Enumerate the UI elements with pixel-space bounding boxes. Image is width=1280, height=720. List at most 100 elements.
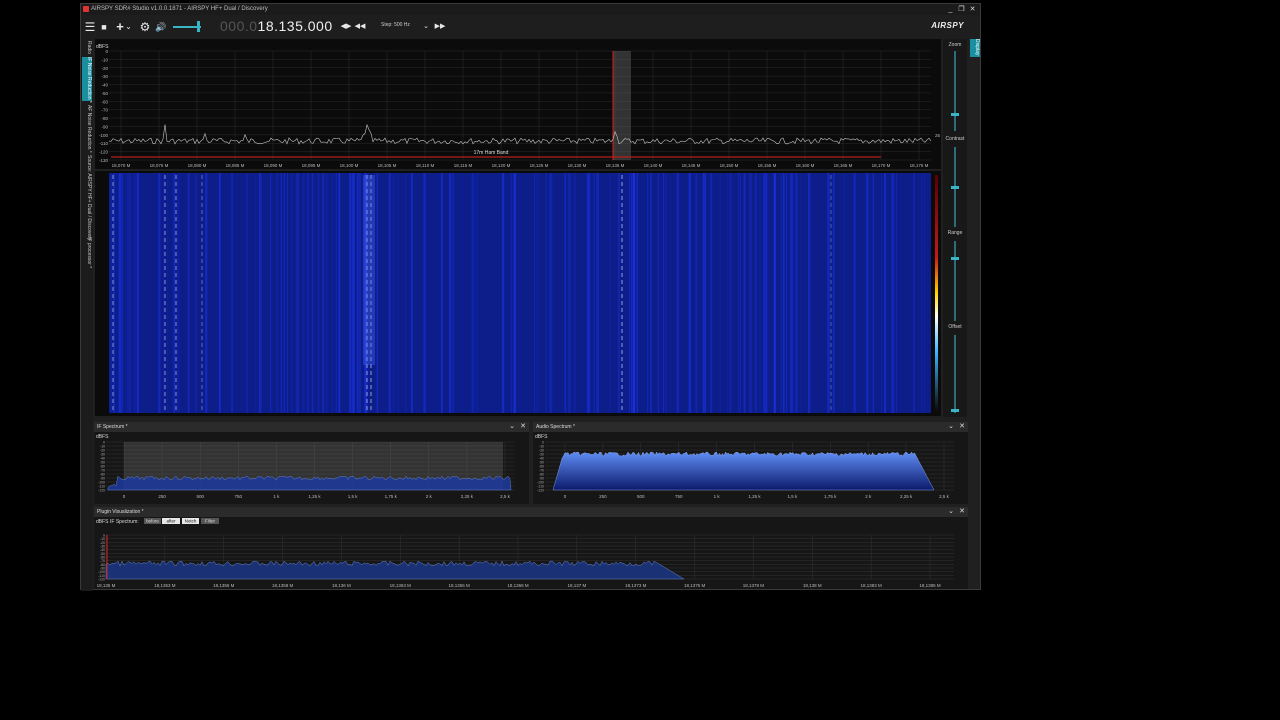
zoom-slider-track[interactable] xyxy=(954,51,956,131)
waterfall-streak xyxy=(472,173,474,413)
waterfall-streak xyxy=(688,173,690,413)
app-logo-icon xyxy=(83,6,89,12)
waterfall-streak xyxy=(423,173,426,413)
waterfall-streak xyxy=(593,173,595,413)
waterfall-streak xyxy=(440,173,443,413)
waterfall-streak xyxy=(631,173,633,413)
spectrum-x-tick: 18,120 M xyxy=(492,163,511,168)
ifSpec-y-tick: -120 xyxy=(98,489,105,493)
waterfall-display[interactable] xyxy=(95,171,941,416)
volume-icon[interactable]: 🔊 xyxy=(154,15,168,39)
waterfall-streak xyxy=(609,173,611,413)
waterfall-streak xyxy=(695,173,698,413)
tune-prev-next-icon[interactable]: ◀▶ xyxy=(339,15,353,39)
left-sidebar-tabs: Radio IF Noise Reduction * AF Noise Redu… xyxy=(81,39,93,591)
pvSpec-x-tick: 18,1383 M xyxy=(861,583,883,588)
waterfall-streak xyxy=(537,173,539,413)
settings-icon[interactable]: ⚙ xyxy=(138,15,152,39)
waterfall-streak xyxy=(471,173,473,413)
waterfall-streak xyxy=(158,173,161,413)
waterfall-streak xyxy=(738,173,740,413)
maximize-icon[interactable]: ❐ xyxy=(956,4,967,15)
offset-slider-knob[interactable] xyxy=(951,409,959,412)
tab-display[interactable]: Display xyxy=(970,39,980,57)
frequency-display[interactable]: 000.018.135.000 xyxy=(220,18,333,34)
waterfall-streak xyxy=(113,173,115,413)
chevron-down-icon[interactable]: ⌄ xyxy=(509,422,515,432)
main-spectrum-panel[interactable]: dBFS 0 -10 -20 -30 -40 -50 -60 -70 -80 -90 -100 -110… xyxy=(95,39,941,169)
waterfall-streak xyxy=(322,173,325,413)
spectrum-x-tick: 18,145 M xyxy=(682,163,701,168)
waterfall-streak xyxy=(276,173,279,413)
spectrum-y-tick: -120 xyxy=(99,150,109,155)
main-toolbar: ☰ ■ + ⌄ ⚙ 🔊 000.018.135.000 ◀▶ ◀◀ Step: … xyxy=(81,15,980,39)
waterfall-streak xyxy=(302,173,305,413)
rewind-icon[interactable]: ◀◀ xyxy=(354,15,366,39)
waterfall-panel[interactable] xyxy=(95,171,941,416)
chevron-down-icon[interactable]: ⌄ xyxy=(948,422,954,432)
pvSpec-x-tick: 18,1378 M xyxy=(743,583,765,588)
waterfall-streak xyxy=(358,173,361,413)
waterfall-streak xyxy=(376,173,378,413)
step-select[interactable]: Step: 500 Hz xyxy=(381,22,410,28)
volume-slider-knob[interactable] xyxy=(197,21,200,32)
tab-radio[interactable]: Radio xyxy=(82,41,92,55)
audio-spectrum-plot[interactable]: dBFS0-10-20-30-40-50-60-70-80-90-100-110… xyxy=(533,432,968,504)
contrast-slider-knob[interactable] xyxy=(951,186,959,189)
tab-if-noise-reduction[interactable]: IF Noise Reduction * xyxy=(82,57,92,103)
plugin-visualization-plot[interactable]: dBFS0-10-20-30-40-50-60-70-80-90-100-110… xyxy=(94,517,968,589)
spectrum-background xyxy=(95,39,941,169)
waterfall-streak xyxy=(311,173,314,413)
afSpec-x-tick: 1 k xyxy=(714,494,721,499)
add-dropdown-icon[interactable]: ⌄ xyxy=(125,15,132,39)
if-spectrum-title: IF Spectrum * xyxy=(97,424,128,430)
tab-source[interactable]: Source: AIRSPY HF+ Dual / Discovery xyxy=(82,155,92,240)
afSpec-x-tick: 1,25 k xyxy=(748,494,761,499)
spectrum-y-tick: -110 xyxy=(99,141,108,146)
spectrum-x-tick: 18,085 M xyxy=(226,163,245,168)
close-icon[interactable]: ✕ xyxy=(967,4,978,15)
spectrum-x-tick: 18,115 M xyxy=(454,163,473,168)
tab-if-processor[interactable]: IF processor * xyxy=(82,237,92,271)
zoom-slider-knob[interactable] xyxy=(951,113,959,116)
step-dropdown-icon[interactable]: ⌄ xyxy=(422,15,430,39)
stop-icon[interactable]: ■ xyxy=(98,15,110,39)
audio-spectrum-panel: Audio Spectrum * ⌄ ✕ dBFS 0 -10 -20 -30 -40 -5… xyxy=(533,422,968,504)
offset-slider-track[interactable] xyxy=(954,335,956,413)
main-spectrum-plot[interactable]: dBFS0-10-20-30-40-50-60-70-80-90-100-110… xyxy=(95,39,941,169)
spectrum-x-tick: 18,080 M xyxy=(188,163,207,168)
close-icon[interactable]: ✕ xyxy=(959,507,965,517)
chevron-down-icon[interactable]: ⌄ xyxy=(948,507,954,517)
waterfall-streak xyxy=(564,173,567,413)
band-label: 17m Ham Band xyxy=(474,150,509,156)
waterfall-streak xyxy=(187,173,189,413)
filter-passband[interactable] xyxy=(613,51,631,160)
afSpec-y-tick: -120 xyxy=(537,489,544,493)
spectrum-x-tick: 18,150 M xyxy=(720,163,739,168)
waterfall-colorbar xyxy=(935,175,938,411)
tab-af-noise-reduction[interactable]: AF Noise Reduction * xyxy=(82,105,92,153)
waterfall-streak xyxy=(298,173,299,413)
menu-icon[interactable]: ☰ xyxy=(84,15,96,39)
range-slider-track[interactable] xyxy=(954,241,956,321)
plugin-header-label: IF Spectrum: xyxy=(110,519,139,525)
close-icon[interactable]: ✕ xyxy=(520,422,526,432)
pvSpec-y-tick: -120 xyxy=(98,578,105,582)
waterfall-streak xyxy=(134,173,136,413)
spectrum-y-tick: -130 xyxy=(99,158,109,163)
spectrum-y-tick: -50 xyxy=(101,91,108,96)
range-slider-knob[interactable] xyxy=(951,257,959,260)
waterfall-streak xyxy=(791,173,794,413)
waterfall-streak xyxy=(448,173,452,413)
spectrum-x-tick: 18,130 M xyxy=(568,163,587,168)
waterfall-streak xyxy=(827,173,829,413)
close-icon[interactable]: ✕ xyxy=(959,422,965,432)
fast-forward-icon[interactable]: ▶▶ xyxy=(433,15,447,39)
spectrum-y-tick: -30 xyxy=(101,74,108,79)
if-spectrum-plot[interactable]: dBFS0-10-20-30-40-50-60-70-80-90-100-110… xyxy=(94,432,529,504)
ifSpec-x-tick: 2,25 k xyxy=(461,494,474,499)
minimize-icon[interactable]: _ xyxy=(945,4,956,15)
title-bar: AIRSPY SDR# Studio v1.0.0.1871 - AIRSPY … xyxy=(81,4,980,15)
waterfall-streak xyxy=(739,173,741,413)
waterfall-streak xyxy=(397,173,399,413)
